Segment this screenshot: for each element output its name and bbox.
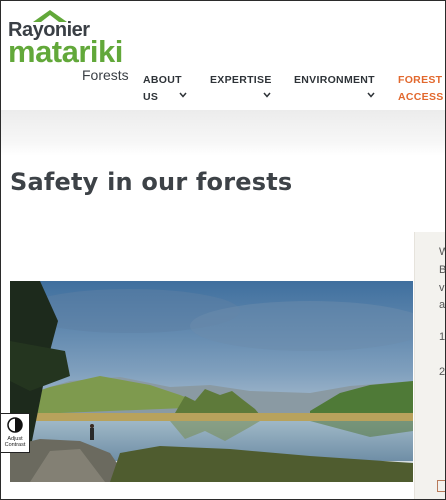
nav-expertise[interactable]: EXPERTISE [210,72,280,98]
site-header: Rayonier matariki Forests ABOUT US EXPER… [0,0,446,111]
page-title: Safety in our forests [10,168,293,196]
contrast-icon [7,417,23,433]
chevron-down-icon [263,92,271,98]
chevron-down-icon [179,92,187,98]
side-panel-text-fragment: vi [439,282,446,294]
side-panel-text-fragment: W [439,246,446,258]
nav-about-us-label-1: ABOUT [143,74,182,86]
side-panel-text-fragment: 2 [439,366,446,378]
chevron-down-icon [367,92,375,98]
side-panel-text-fragment: a [439,299,446,311]
side-panel-text-fragment: 1 [439,331,446,343]
nav-about-us[interactable]: ABOUT US [143,72,193,106]
logo-forests-text: Forests [82,67,129,83]
logo-matariki-text: matariki [8,34,123,69]
nav-forest-access-label-2: ACCESS [398,91,444,103]
side-panel: W B vi a 1 2 [414,232,446,500]
hero-photo-forest-lake [10,281,413,482]
nav-forest-access-label-1: FOREST [398,74,443,86]
side-panel-text-fragment: B [439,264,446,276]
side-panel-checkbox[interactable] [437,480,446,492]
rayonier-matariki-logo[interactable]: Rayonier matariki Forests [8,10,133,83]
adjust-contrast-button[interactable]: Adjust Contrast [0,413,30,453]
adjust-contrast-label: Adjust Contrast [1,436,29,448]
nav-expertise-label: EXPERTISE [210,74,272,86]
header-shadow-band [0,110,446,156]
nav-environment[interactable]: ENVIRONMENT [294,72,384,98]
adjust-contrast-label-2: Contrast [4,442,26,448]
nav-forest-access[interactable]: FOREST ACCESS [398,72,446,106]
nav-environment-label: ENVIRONMENT [294,74,375,86]
